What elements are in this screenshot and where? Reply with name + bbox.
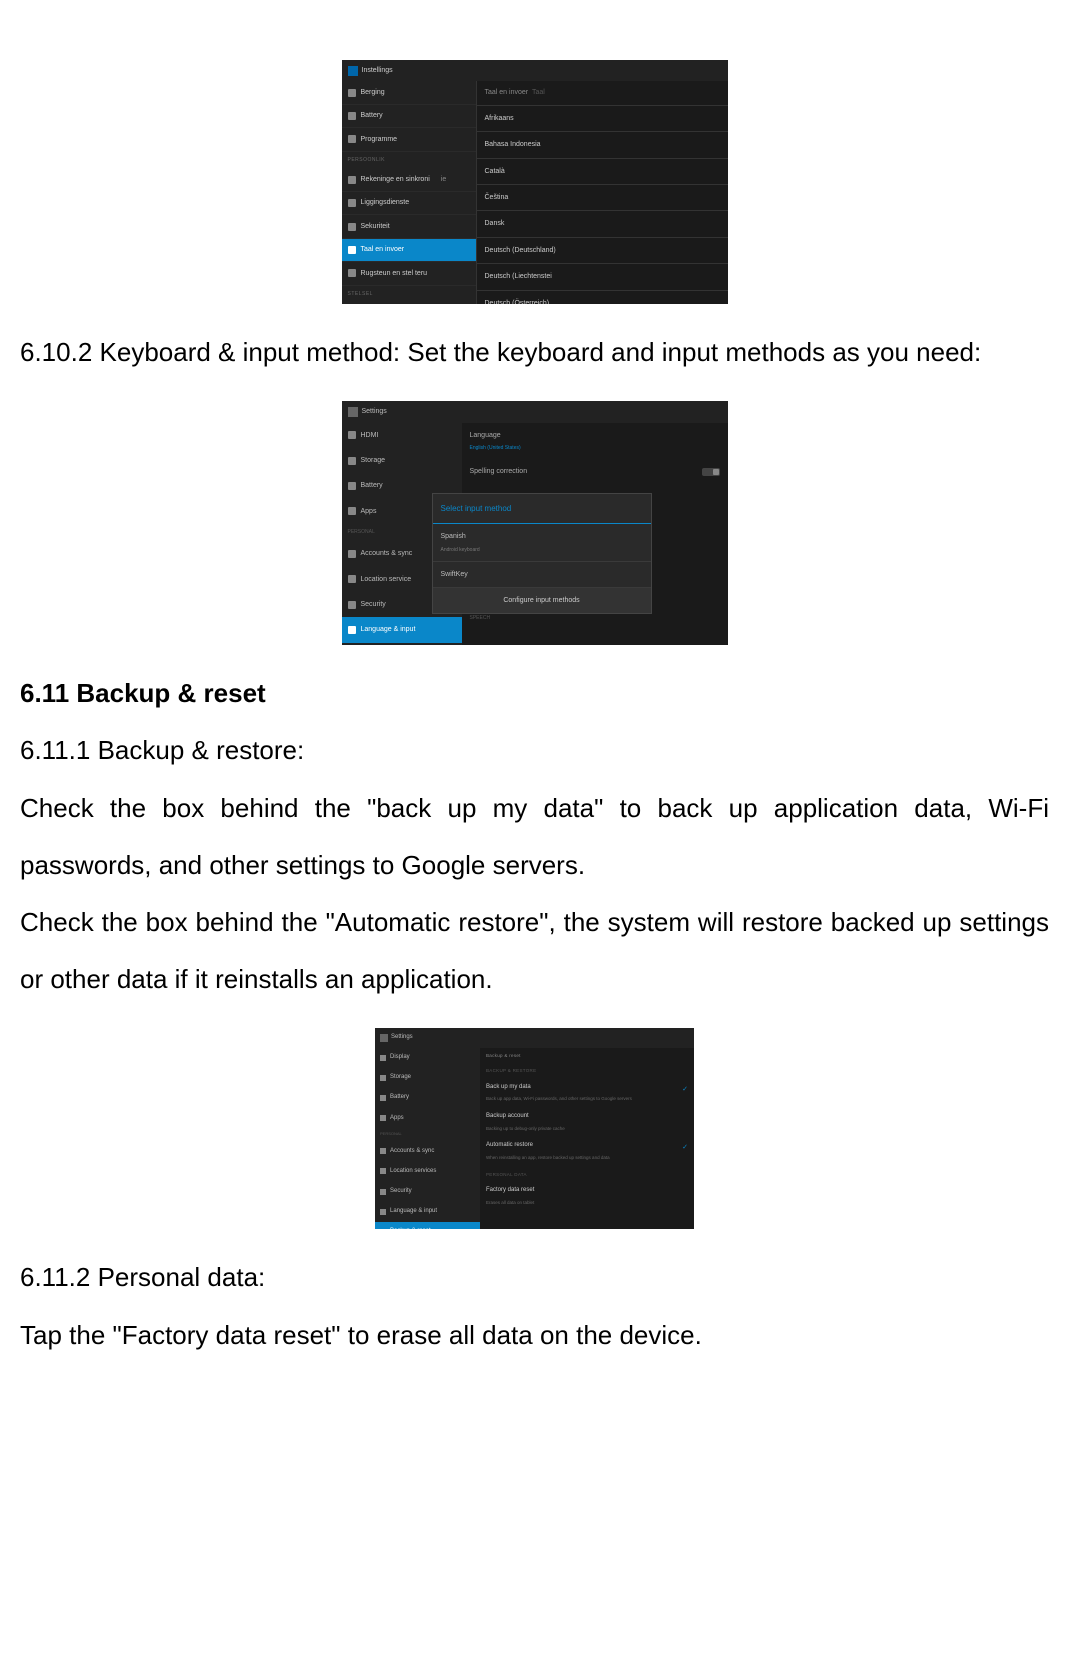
apps-icon: [380, 1115, 386, 1121]
lang-option[interactable]: Català: [477, 159, 728, 185]
window-title: Settings: [391, 1031, 413, 1044]
lang-option[interactable]: Deutsch (Österreich): [477, 291, 728, 304]
sidebar-item-backup-active[interactable]: Backup & reset: [375, 1222, 480, 1230]
sidebar-item-accounts[interactable]: Accounts & sync: [375, 1141, 480, 1161]
settings-icon: [348, 407, 358, 417]
language-row[interactable]: LanguageEnglish (United States): [462, 423, 728, 459]
sidebar-item-backup[interactable]: Backup & reset: [342, 643, 462, 645]
sidebar-item-language-active[interactable]: Language & input: [342, 617, 462, 642]
content-pane: Taal en invoer Taal Afrikaans Bahasa Ind…: [477, 81, 728, 304]
location-icon: [348, 575, 356, 583]
sidebar-item-language-active[interactable]: Taal en invoer: [342, 239, 476, 262]
lang-option[interactable]: Deutsch (Liechtenstei: [477, 264, 728, 290]
window-title: Instellings: [362, 63, 393, 78]
dialog-option-swiftkey[interactable]: SwiftKey: [433, 562, 651, 588]
doc-para-6-11-1: 6.11.1 Backup & restore:: [20, 722, 1049, 779]
sync-icon: [348, 550, 356, 558]
lang-option[interactable]: Bahasa Indonesia: [477, 132, 728, 158]
sidebar-item-display[interactable]: Display: [375, 1048, 480, 1068]
sync-icon: [348, 176, 356, 184]
pane-header: Taal en invoer Taal: [477, 81, 728, 105]
section-personal-data: PERSONAL DATA: [480, 1167, 694, 1183]
location-icon: [380, 1168, 386, 1174]
sidebar: Display Storage Battery Apps PERSONAL Ac…: [375, 1048, 480, 1230]
sidebar-item-location[interactable]: Liggingsdienste: [342, 192, 476, 215]
sidebar-item-apps[interactable]: Apps: [375, 1108, 480, 1128]
window-title-bar: Settings: [342, 401, 728, 422]
sidebar-item-location[interactable]: Location services: [375, 1161, 480, 1181]
doc-para-backup: Check the box behind the "back up my dat…: [20, 780, 1049, 894]
lang-option[interactable]: Afrikaans: [477, 106, 728, 132]
sidebar-section-system: STELSEL: [342, 286, 476, 303]
doc-para-factory-reset: Tap the "Factory data reset" to erase al…: [20, 1307, 1049, 1364]
location-icon: [348, 199, 356, 207]
language-icon: [348, 626, 356, 634]
input-method-dialog: Select input method Spanish Android keyb…: [432, 493, 652, 615]
lock-icon: [348, 223, 356, 231]
sidebar-item-battery[interactable]: Battery: [342, 105, 476, 128]
content-pane: Backup & reset BACKUP & RESTORE Back up …: [480, 1048, 694, 1230]
settings-icon: [380, 1034, 388, 1042]
doc-para-6-11-2: 6.11.2 Personal data:: [20, 1249, 1049, 1306]
language-icon: [348, 246, 356, 254]
window-title-bar: Instellings: [342, 60, 728, 81]
automatic-restore-row[interactable]: Automatic restoreWhen reinstalling an ap…: [480, 1137, 694, 1166]
spelling-row[interactable]: Spelling correction: [462, 459, 728, 484]
storage-icon: [348, 89, 356, 97]
window-title: Settings: [362, 404, 387, 419]
language-icon: [380, 1209, 386, 1215]
lang-option[interactable]: Deutsch (Deutschland): [477, 238, 728, 264]
dialog-title: Select input method: [433, 494, 651, 525]
sidebar: Berging Battery Programme PERSOONLIK Rek…: [342, 81, 477, 304]
backup-account-row[interactable]: Backup accountBacking up to debug-only p…: [480, 1108, 694, 1137]
battery-icon: [348, 112, 356, 120]
battery-icon: [348, 482, 356, 490]
check-icon[interactable]: ✓: [682, 1140, 688, 1155]
sidebar-item-storage[interactable]: Storage: [375, 1068, 480, 1088]
screenshot-language-settings: Instellings Berging Battery Programme PE…: [342, 60, 728, 304]
dialog-option-spanish[interactable]: Spanish Android keyboard: [433, 524, 651, 561]
sidebar-item-language[interactable]: Language & input: [375, 1202, 480, 1222]
section-backup-restore: BACKUP & RESTORE: [480, 1063, 694, 1079]
spelling-toggle[interactable]: [702, 468, 720, 476]
sidebar-item-security[interactable]: Security: [375, 1181, 480, 1201]
display-icon: [380, 1055, 386, 1061]
check-icon[interactable]: ✓: [682, 1082, 688, 1097]
screenshot-backup-reset: Settings Display Storage Battery Apps PE…: [375, 1028, 694, 1229]
backup-my-data-row[interactable]: Back up my dataBack up app data, Wi-Fi p…: [480, 1079, 694, 1108]
lang-option[interactable]: Dansk: [477, 211, 728, 237]
sidebar-item-hdmi[interactable]: HDMI: [342, 423, 462, 448]
lang-option[interactable]: Čeština: [477, 185, 728, 211]
apps-icon: [348, 135, 356, 143]
apps-icon: [348, 507, 356, 515]
lock-icon: [380, 1189, 386, 1195]
doc-para-6-10-2: 6.10.2 Keyboard & input method: Set the …: [20, 324, 1049, 381]
sidebar-item-storage[interactable]: Storage: [342, 448, 462, 473]
configure-input-button[interactable]: Configure input methods: [433, 588, 651, 613]
backup-icon: [348, 269, 356, 277]
settings-icon: [348, 66, 358, 76]
doc-para-restore: Check the box behind the "Automatic rest…: [20, 894, 1049, 1008]
breadcrumb: Backup & reset: [480, 1048, 694, 1064]
storage-icon: [380, 1075, 386, 1081]
storage-icon: [348, 457, 356, 465]
sidebar-item-backup[interactable]: Rugsteun en stel teru: [342, 262, 476, 285]
sidebar-item-apps[interactable]: Programme: [342, 128, 476, 151]
window-title-bar: Settings: [375, 1028, 694, 1047]
sync-icon: [380, 1148, 386, 1154]
sidebar-item-security[interactable]: Sekuriteit: [342, 215, 476, 238]
battery-icon: [380, 1095, 386, 1101]
sidebar-section-personal: PERSONAL: [375, 1128, 480, 1141]
factory-reset-row[interactable]: Factory data resetErases all data on tab…: [480, 1182, 694, 1211]
sidebar-item-storage[interactable]: Berging: [342, 81, 476, 104]
screenshot-input-method: Settings HDMI Storage Battery Apps PERSO…: [342, 401, 728, 645]
heading-6-11: 6.11 Backup & reset: [20, 665, 1049, 722]
sidebar-item-accounts[interactable]: Rekeninge en sinkroniie: [342, 169, 476, 192]
sidebar-item-battery[interactable]: Battery: [375, 1088, 480, 1108]
sidebar-section-personal: PERSOONLIK: [342, 152, 476, 169]
sidebar-item-datetime[interactable]: Datum en tyd: [342, 303, 476, 304]
lock-icon: [348, 601, 356, 609]
hdmi-icon: [348, 431, 356, 439]
